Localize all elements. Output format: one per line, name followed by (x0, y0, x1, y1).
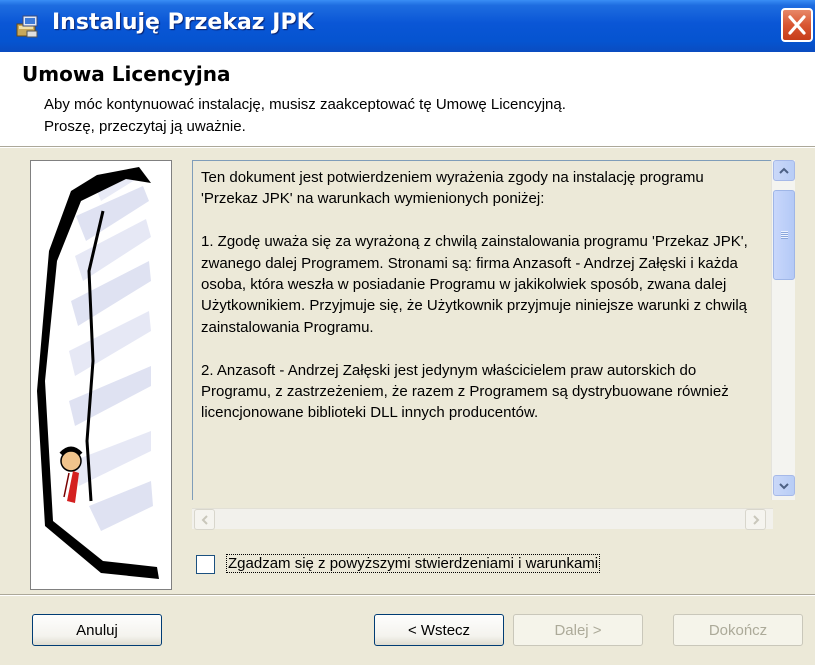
page-description: Aby móc kontynuować instalację, musisz z… (44, 94, 804, 138)
license-text: Ten dokument jest potwierdzeniem wyrażen… (201, 167, 761, 445)
license-paragraph-1: Ten dokument jest potwierdzeniem wyrażen… (201, 169, 704, 208)
scroll-grip-icon (781, 231, 788, 239)
header-panel: Umowa Licencyjna Aby móc kontynuować ins… (0, 52, 815, 148)
finish-button[interactable]: Dokończ (673, 614, 803, 646)
chevron-right-icon (752, 514, 759, 525)
chevron-up-icon (779, 167, 789, 174)
header-divider (0, 147, 815, 148)
footer-divider-highlight (0, 595, 815, 596)
agree-checkbox[interactable] (196, 555, 215, 574)
horizontal-scroll-track[interactable] (192, 508, 773, 530)
scroll-thumb[interactable] (773, 190, 795, 280)
agree-checkbox-label[interactable]: Zgadzam się z powyższymi stwierdzeniami … (226, 554, 601, 573)
license-text-box[interactable]: Ten dokument jest potwierdzeniem wyrażen… (192, 160, 773, 537)
scroll-right-button[interactable] (745, 509, 766, 530)
license-paragraph-3: 2. Anzasoft - Andrzej Załęski jest jedyn… (201, 361, 729, 422)
close-icon (788, 15, 806, 35)
horizontal-scrollbar[interactable] (192, 500, 773, 537)
side-illustration (30, 160, 172, 590)
close-button[interactable] (781, 8, 813, 42)
page-title: Umowa Licencyjna (22, 62, 231, 86)
title-bar[interactable]: Instaluję Przekaz JPK (0, 0, 815, 52)
back-button[interactable]: < Wstecz (374, 614, 504, 646)
next-button[interactable]: Dalej > (513, 614, 643, 646)
document-illustration-icon (37, 167, 159, 579)
window-title: Instaluję Przekaz JPK (52, 10, 314, 35)
scroll-down-button[interactable] (773, 475, 795, 496)
chevron-down-icon (779, 482, 789, 489)
cancel-button[interactable]: Anuluj (32, 614, 162, 646)
scroll-up-button[interactable] (773, 160, 795, 181)
description-line-2: Proszę, przeczytaj ją uważnie. (44, 118, 246, 135)
scroll-left-button[interactable] (194, 509, 215, 530)
chevron-left-icon (201, 514, 208, 525)
vertical-scrollbar[interactable] (771, 160, 795, 500)
description-line-1: Aby móc kontynuować instalację, musisz z… (44, 96, 566, 113)
installer-icon (16, 15, 38, 38)
license-paragraph-2: 1. Zgodę uważa się za wyrażoną z chwilą … (201, 233, 748, 336)
